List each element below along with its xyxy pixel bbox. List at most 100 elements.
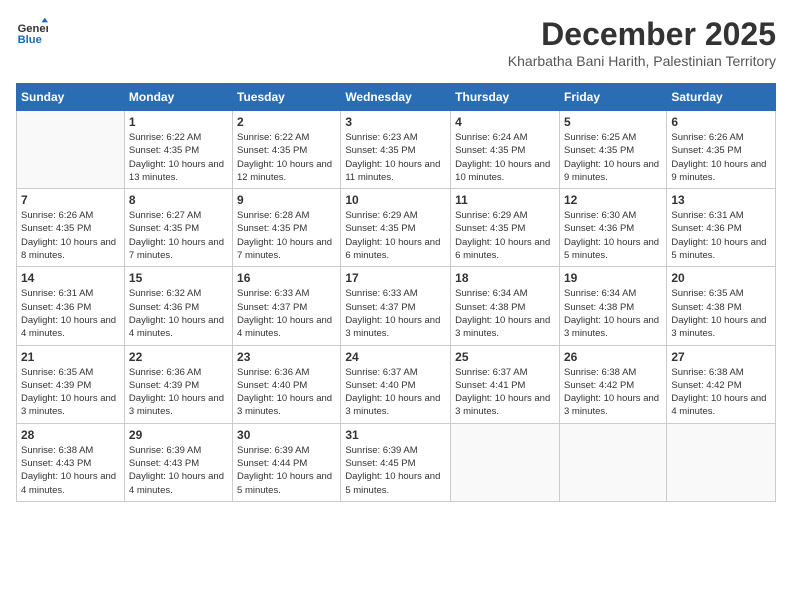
day-info: Sunrise: 6:37 AMSunset: 4:40 PMDaylight:… [345,366,446,419]
calendar-cell: 23Sunrise: 6:36 AMSunset: 4:40 PMDayligh… [233,345,341,423]
column-header-tuesday: Tuesday [233,84,341,111]
day-info: Sunrise: 6:38 AMSunset: 4:42 PMDaylight:… [671,366,771,419]
calendar-table: SundayMondayTuesdayWednesdayThursdayFrid… [16,83,776,502]
calendar-cell: 18 Sunrise: 6:34 AMSunset: 4:38 PMDayligh… [451,267,560,345]
day-number: 8 [129,193,228,207]
calendar-cell: 15Sunrise: 6:32 AMSunset: 4:36 PMDayligh… [124,267,232,345]
calendar-cell: 8 Sunrise: 6:27 AMSunset: 4:35 PMDaylight… [124,189,232,267]
calendar-cell: 29Sunrise: 6:39 AMSunset: 4:43 PMDayligh… [124,423,232,501]
day-number: 29 [129,428,228,442]
day-info: Sunrise: 6:37 AMSunset: 4:41 PMDaylight:… [455,366,555,419]
calendar-cell: 22 Sunrise: 6:36 AMSunset: 4:39 PMDayligh… [124,345,232,423]
day-info: Sunrise: 6:39 AMSunset: 4:45 PMDaylight:… [345,444,446,497]
calendar-cell: 21 Sunrise: 6:35 AMSunset: 4:39 PMDayligh… [17,345,125,423]
day-number: 2 [237,115,336,129]
day-info: Sunrise: 6:28 AMSunset: 4:35 PMDaylight:… [237,209,336,262]
column-header-friday: Friday [559,84,666,111]
calendar-cell: 20 Sunrise: 6:35 AMSunset: 4:38 PMDayligh… [667,267,776,345]
calendar-cell: 2 Sunrise: 6:22 AMSunset: 4:35 PMDaylight… [233,111,341,189]
day-number: 25 [455,350,555,364]
day-info: Sunrise: 6:29 AMSunset: 4:35 PMDaylight:… [455,209,555,262]
calendar-cell: 7 Sunrise: 6:26 AMSunset: 4:35 PMDaylight… [17,189,125,267]
week-row-2: 7 Sunrise: 6:26 AMSunset: 4:35 PMDaylight… [17,189,776,267]
day-info: Sunrise: 6:39 AMSunset: 4:44 PMDaylight:… [237,444,336,497]
calendar-cell: 13 Sunrise: 6:31 AMSunset: 4:36 PMDayligh… [667,189,776,267]
day-number: 3 [345,115,446,129]
day-number: 31 [345,428,446,442]
day-info: Sunrise: 6:35 AMSunset: 4:38 PMDaylight:… [671,287,771,340]
calendar-cell: 5 Sunrise: 6:25 AMSunset: 4:35 PMDaylight… [559,111,666,189]
day-number: 22 [129,350,228,364]
day-info: Sunrise: 6:36 AMSunset: 4:39 PMDaylight:… [129,366,228,419]
day-number: 5 [564,115,662,129]
day-info: Sunrise: 6:36 AMSunset: 4:40 PMDaylight:… [237,366,336,419]
calendar-cell: 19 Sunrise: 6:34 AMSunset: 4:38 PMDayligh… [559,267,666,345]
svg-text:General: General [18,23,48,35]
calendar-cell [559,423,666,501]
svg-text:Blue: Blue [18,34,42,46]
day-info: Sunrise: 6:38 AMSunset: 4:43 PMDaylight:… [21,444,120,497]
day-info: Sunrise: 6:26 AMSunset: 4:35 PMDaylight:… [21,209,120,262]
day-number: 9 [237,193,336,207]
calendar-cell: 10 Sunrise: 6:29 AMSunset: 4:35 PMDayligh… [341,189,451,267]
column-header-monday: Monday [124,84,232,111]
calendar-cell: 28Sunrise: 6:38 AMSunset: 4:43 PMDayligh… [17,423,125,501]
day-info: Sunrise: 6:29 AMSunset: 4:35 PMDaylight:… [345,209,446,262]
day-number: 13 [671,193,771,207]
day-number: 15 [129,271,228,285]
calendar-cell: 25 Sunrise: 6:37 AMSunset: 4:41 PMDayligh… [451,345,560,423]
day-number: 20 [671,271,771,285]
day-number: 24 [345,350,446,364]
calendar-cell: 6 Sunrise: 6:26 AMSunset: 4:35 PMDaylight… [667,111,776,189]
logo-icon: General Blue [16,16,48,48]
calendar-cell: 4Sunrise: 6:24 AMSunset: 4:35 PMDaylight… [451,111,560,189]
day-number: 27 [671,350,771,364]
calendar-cell: 11Sunrise: 6:29 AMSunset: 4:35 PMDayligh… [451,189,560,267]
week-row-3: 14Sunrise: 6:31 AMSunset: 4:36 PMDayligh… [17,267,776,345]
calendar-body: 1 Sunrise: 6:22 AMSunset: 4:35 PMDaylight… [17,111,776,502]
day-number: 1 [129,115,228,129]
week-row-1: 1 Sunrise: 6:22 AMSunset: 4:35 PMDaylight… [17,111,776,189]
day-info: Sunrise: 6:34 AMSunset: 4:38 PMDaylight:… [564,287,662,340]
calendar-cell: 24 Sunrise: 6:37 AMSunset: 4:40 PMDayligh… [341,345,451,423]
day-info: Sunrise: 6:35 AMSunset: 4:39 PMDaylight:… [21,366,120,419]
day-number: 30 [237,428,336,442]
title-section: December 2025 Kharbatha Bani Harith, Pal… [508,16,776,69]
day-number: 6 [671,115,771,129]
calendar-cell: 26Sunrise: 6:38 AMSunset: 4:42 PMDayligh… [559,345,666,423]
page-header: General Blue December 2025 Kharbatha Ban… [16,16,776,75]
calendar-cell: 27 Sunrise: 6:38 AMSunset: 4:42 PMDayligh… [667,345,776,423]
column-header-thursday: Thursday [451,84,560,111]
location-title: Kharbatha Bani Harith, Palestinian Terri… [508,53,776,69]
calendar-cell [17,111,125,189]
day-number: 17 [345,271,446,285]
day-info: Sunrise: 6:27 AMSunset: 4:35 PMDaylight:… [129,209,228,262]
calendar-cell [451,423,560,501]
calendar-header: SundayMondayTuesdayWednesdayThursdayFrid… [17,84,776,111]
day-info: Sunrise: 6:30 AMSunset: 4:36 PMDaylight:… [564,209,662,262]
calendar-cell: 1 Sunrise: 6:22 AMSunset: 4:35 PMDaylight… [124,111,232,189]
month-title: December 2025 [508,16,776,53]
day-info: Sunrise: 6:22 AMSunset: 4:35 PMDaylight:… [129,131,228,184]
day-info: Sunrise: 6:31 AMSunset: 4:36 PMDaylight:… [671,209,771,262]
calendar-cell: 31 Sunrise: 6:39 AMSunset: 4:45 PMDayligh… [341,423,451,501]
calendar-cell: 12Sunrise: 6:30 AMSunset: 4:36 PMDayligh… [559,189,666,267]
day-number: 10 [345,193,446,207]
day-number: 18 [455,271,555,285]
day-info: Sunrise: 6:26 AMSunset: 4:35 PMDaylight:… [671,131,771,184]
day-info: Sunrise: 6:31 AMSunset: 4:36 PMDaylight:… [21,287,120,340]
calendar-cell: 9 Sunrise: 6:28 AMSunset: 4:35 PMDaylight… [233,189,341,267]
calendar-cell: 14Sunrise: 6:31 AMSunset: 4:36 PMDayligh… [17,267,125,345]
column-header-wednesday: Wednesday [341,84,451,111]
calendar-cell: 16Sunrise: 6:33 AMSunset: 4:37 PMDayligh… [233,267,341,345]
day-number: 7 [21,193,120,207]
day-info: Sunrise: 6:34 AMSunset: 4:38 PMDaylight:… [455,287,555,340]
day-info: Sunrise: 6:22 AMSunset: 4:35 PMDaylight:… [237,131,336,184]
week-row-5: 28Sunrise: 6:38 AMSunset: 4:43 PMDayligh… [17,423,776,501]
day-info: Sunrise: 6:25 AMSunset: 4:35 PMDaylight:… [564,131,662,184]
day-number: 21 [21,350,120,364]
calendar-cell [667,423,776,501]
day-number: 16 [237,271,336,285]
week-row-4: 21 Sunrise: 6:35 AMSunset: 4:39 PMDayligh… [17,345,776,423]
day-number: 19 [564,271,662,285]
